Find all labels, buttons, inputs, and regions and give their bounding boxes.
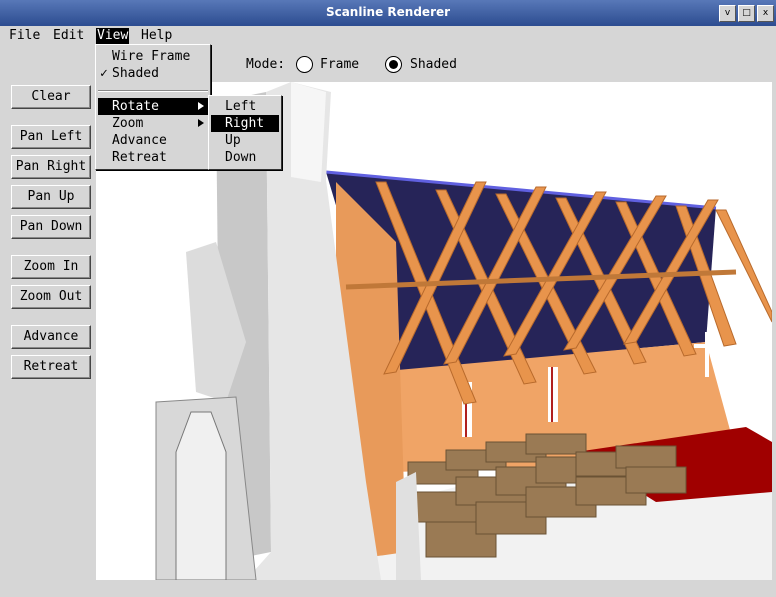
- maximize-button[interactable]: □: [738, 5, 755, 22]
- pan-up-button[interactable]: Pan Up: [11, 185, 91, 209]
- menu-bar: File Edit View Help: [0, 26, 776, 46]
- view-menu-rotate[interactable]: Rotate: [98, 98, 208, 115]
- pan-left-button[interactable]: Pan Left: [11, 125, 91, 149]
- title-bar[interactable]: Scanline Renderer v □ x: [0, 0, 776, 27]
- menu-edit[interactable]: Edit: [52, 28, 85, 44]
- minimize-button[interactable]: v: [719, 5, 736, 22]
- view-menu-wire-frame[interactable]: Wire Frame: [98, 48, 208, 65]
- rotate-right[interactable]: Right: [211, 115, 279, 132]
- rotate-down[interactable]: Down: [211, 149, 279, 166]
- zoom-in-button[interactable]: Zoom In: [11, 255, 91, 279]
- zoom-out-button[interactable]: Zoom Out: [11, 285, 91, 309]
- mode-label: Mode:: [246, 57, 286, 72]
- view-menu-zoom-label: Zoom: [112, 116, 144, 131]
- view-menu-shaded-label: Shaded: [112, 66, 159, 81]
- menu-view[interactable]: View: [96, 28, 130, 44]
- pan-down-button[interactable]: Pan Down: [11, 215, 91, 239]
- mode-shaded-radio[interactable]: [385, 56, 402, 73]
- mode-frame-label[interactable]: Frame: [320, 55, 359, 75]
- view-menu-shaded[interactable]: ✓ Shaded: [98, 65, 208, 82]
- submenu-arrow-icon: [198, 119, 204, 127]
- view-menu-rotate-label: Rotate: [112, 99, 159, 114]
- advance-button[interactable]: Advance: [11, 325, 91, 349]
- mode-frame-radio[interactable]: [296, 56, 313, 73]
- clear-button[interactable]: Clear: [11, 85, 91, 109]
- retreat-button[interactable]: Retreat: [11, 355, 91, 379]
- menu-help[interactable]: Help: [140, 28, 173, 44]
- menu-file[interactable]: File: [8, 28, 41, 44]
- rotate-left[interactable]: Left: [211, 98, 279, 115]
- pan-right-button[interactable]: Pan Right: [11, 155, 91, 179]
- menu-separator: [98, 90, 208, 92]
- submenu-arrow-icon: [198, 102, 204, 110]
- close-button[interactable]: x: [757, 5, 774, 22]
- view-menu-zoom[interactable]: Zoom: [98, 115, 208, 132]
- check-icon: ✓: [100, 66, 108, 81]
- view-menu: Wire Frame ✓ Shaded Rotate Zoom Advance …: [95, 44, 211, 170]
- rotate-submenu: Left Right Up Down: [208, 95, 282, 170]
- view-menu-advance[interactable]: Advance: [98, 132, 208, 149]
- mode-shaded-label[interactable]: Shaded: [410, 55, 457, 75]
- rotate-up[interactable]: Up: [211, 132, 279, 149]
- radio-selected-dot: [389, 60, 398, 69]
- window-title: Scanline Renderer: [325, 5, 451, 19]
- view-menu-retreat[interactable]: Retreat: [98, 149, 208, 166]
